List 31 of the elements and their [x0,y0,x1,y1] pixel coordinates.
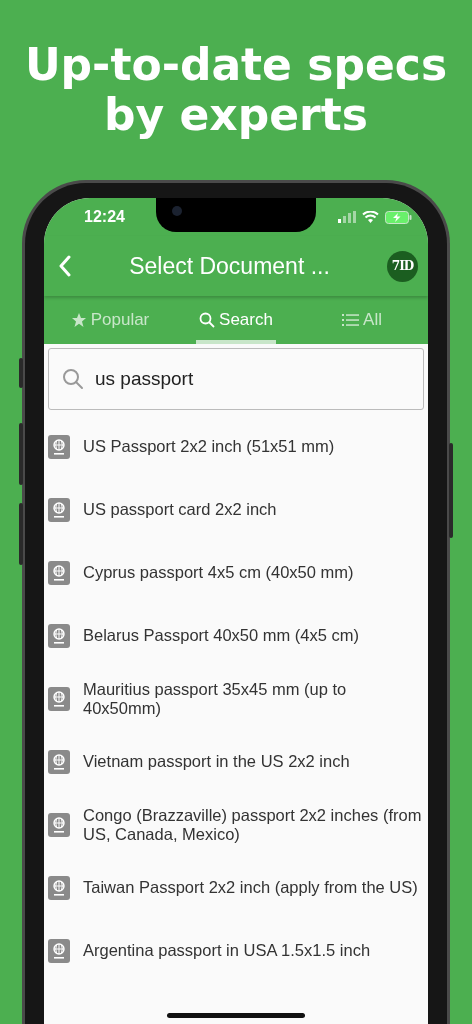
result-item[interactable]: Argentina passport in USA 1.5x1.5 inch [83,941,371,960]
passport-icon [48,749,70,774]
passport-icon [48,686,70,711]
signal-icon [338,211,356,223]
result-item[interactable]: Taiwan Passport 2x2 inch (apply from the US) [83,878,418,897]
passport-icon [48,938,70,963]
result-item[interactable]: Cyprus passport 4x5 cm (40x50 mm) [83,563,354,582]
search-icon [199,312,216,328]
search-field[interactable]: us passport [48,348,424,410]
passport-icon [48,812,70,837]
star-icon [70,312,87,328]
headline: Up-to-date specs by experts [23,38,449,140]
app-logo[interactable]: 7ID [387,250,418,282]
passport-icon [48,497,70,522]
status-time: 12:24 [84,208,125,226]
battery-icon [385,210,412,224]
result-item[interactable]: US passport card 2x2 inch [83,500,277,519]
result-item[interactable]: Mauritius passport 35x45 mm (up to 40x50mm) [83,679,423,718]
result-item[interactable]: Belarus Passport 40x50 mm (4x5 cm) [83,626,359,645]
passport-icon [48,875,70,900]
result-item[interactable]: US Passport 2x2 inch (51x51 mm) [83,437,335,456]
list-icon [342,313,360,327]
result-item[interactable]: Vietnam passport in the US 2x2 inch [83,752,350,771]
passport-icon [48,434,70,459]
camera-icon [172,206,182,216]
passport-icon [48,623,70,648]
result-item[interactable]: Congo (Brazzaville) passport 2x2 inches (from US, Canada, Mexico) [83,805,423,844]
back-icon[interactable] [58,255,72,277]
screen-title: Select Document ... [128,252,331,280]
passport-icon [48,560,70,585]
wifi-icon [362,211,379,223]
